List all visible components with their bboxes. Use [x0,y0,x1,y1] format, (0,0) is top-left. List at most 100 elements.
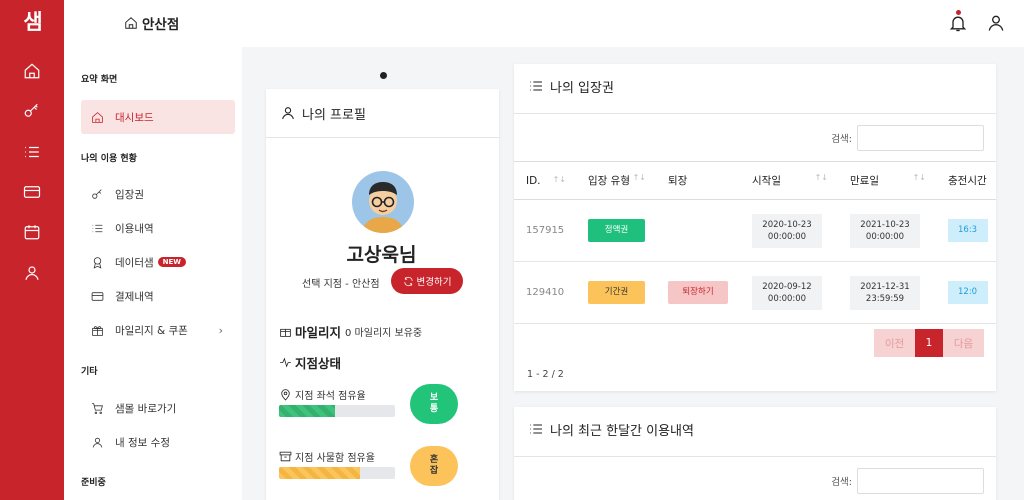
cell-charge: 12:0 [936,261,996,324]
sidebar-item-payment[interactable]: 결제내역 [81,279,235,313]
section-summary: 요약 화면 [81,75,118,85]
selected-branch: 선택 지점 - 안산점 [302,279,380,290]
seat-occupancy-fill [279,405,335,417]
carousel-indicator[interactable] [380,72,387,79]
top-header: 안산점 [125,0,1024,47]
mileage-label: 마일리지 [295,325,342,340]
date-box: 2021-10-23 00:00:00 [850,213,920,248]
exit-button[interactable]: 퇴장하기 [668,281,728,304]
change-branch-button[interactable]: 변경하기 [391,268,463,294]
mileage-row: 마일리지 0 마일리지 보유중 [279,322,422,341]
search-label: 검색: [831,477,852,488]
seat-status-badge: 보 통 [410,384,458,424]
seat-status-line2: 통 [429,404,439,414]
sidebar-item-shop[interactable]: 샘몰 바로가기 [81,391,235,425]
tickets-card-header: 나의 입장권 [514,64,996,108]
seat-occupancy-bar [279,405,395,417]
date: 2021-10-23 [860,219,910,230]
col-charge[interactable]: 충전시간 [936,161,996,200]
list-icon [530,81,542,91]
card-icon[interactable] [22,182,42,202]
sidebar-item-profile-edit[interactable]: 내 정보 수정 [81,425,235,459]
recent-search: 검색: [831,468,984,494]
entries-count: 1 - 2 / 2 [527,369,564,380]
sidebar-item-datasam[interactable]: 데이터샘 NEW [81,245,235,279]
divider [514,456,996,457]
user-icon[interactable] [986,13,1006,33]
key-icon[interactable] [22,101,42,121]
seat-status-line1: 보 [429,393,439,403]
sidebar-item-mileage[interactable]: 마일리지 & 쿠폰 › [81,313,235,347]
cell-id: 157915 [514,199,576,262]
col-type[interactable]: 입장 유형 ↑↓ [576,161,656,200]
cell-start: 2020-09-12 00:00:00 [740,261,838,324]
tickets-card: 나의 입장권 검색: ID. ↑↓ 입장 유형 ↑↓ 퇴장 시작일 ↑↓ 만료일 ↑↓ … [514,64,996,391]
new-badge: NEW [157,257,187,267]
sort-icon: ↑↓ [552,174,566,184]
date-box: 2020-09-12 00:00:00 [752,275,822,310]
col-start[interactable]: 시작일 ↑↓ [740,161,838,200]
app-logo[interactable]: 샘 [0,6,64,36]
bell-icon[interactable] [948,10,968,33]
gift-icon [92,325,103,336]
profile-card: 나의 프로필 고상욱님 선택 지점 - 안산점 변경하기 마일리지 0 마일리지… [266,89,499,500]
user-icon [92,437,103,447]
date-box: 2020-10-23 00:00:00 [752,213,822,248]
col-label: 입장 유형 [588,175,630,187]
cell-exit: 퇴장하기 [656,261,740,324]
user-icon [282,107,294,120]
sidebar-item-ticket[interactable]: 입장권 [81,177,235,211]
tickets-table: ID. ↑↓ 입장 유형 ↑↓ 퇴장 시작일 ↑↓ 만료일 ↑↓ 충전시간 157915… [514,161,996,324]
divider [514,113,996,114]
seat-row: 지점 좌석 점유율 [279,387,366,402]
next-page-button[interactable]: 다음 [943,329,984,357]
sidebar-item-history[interactable]: 이용내역 [81,211,235,245]
home-icon[interactable] [22,61,42,81]
user-icon[interactable] [22,263,42,283]
time: 00:00:00 [767,293,807,304]
locker-occupancy-bar [279,467,395,479]
col-exit[interactable]: 퇴장 [656,161,740,200]
list-icon [92,224,103,232]
recent-card-header: 나의 최근 한달간 이용내역 [514,407,996,451]
col-id[interactable]: ID. ↑↓ [514,161,576,200]
col-label: ID. [526,174,541,187]
date: 2020-10-23 [762,219,812,230]
locker-label: 지점 사물함 점유율 [295,453,375,464]
status-row: 지점상태 [279,353,345,372]
prev-page-button[interactable]: 이전 [874,329,915,357]
col-end[interactable]: 만료일 ↑↓ [838,161,936,200]
card-icon [91,291,104,301]
cell-charge: 16:3 [936,199,996,262]
calendar-icon[interactable] [22,222,42,242]
table-row: 157915 정액권 2020-10-23 00:00:00 2021-10-23… [514,199,996,262]
gift-icon [280,328,291,337]
list-icon[interactable] [22,142,42,162]
avatar [352,171,414,233]
page-title-text: 안산점 [142,17,180,33]
list-icon [530,424,542,434]
recent-usage-card: 나의 최근 한달간 이용내역 검색: [514,407,996,500]
chevron-right-icon: › [218,323,223,337]
time: 00:00:00 [767,231,807,242]
col-label: 시작일 [752,175,781,187]
charge-badge: 16:3 [948,219,988,242]
tickets-search: 검색: [831,125,984,151]
search-input[interactable] [857,125,984,151]
sidebar-item-label: 샘몰 바로가기 [115,402,177,415]
locker-occupancy-fill [279,467,361,479]
sidebar-item-dashboard[interactable]: 대시보드 [81,100,235,134]
mileage-value: 0 마일리지 보유중 [345,328,423,339]
cell-id: 129410 [514,261,576,324]
date: 2021-12-31 [860,281,910,292]
table-row: 129410 기간권 퇴장하기 2020-09-12 00:00:00 2021-… [514,261,996,324]
page-1-button[interactable]: 1 [915,329,943,357]
profile-card-header: 나의 프로필 [266,89,499,138]
section-etc: 기타 [81,367,98,377]
col-label: 충전시간 [948,175,987,187]
sort-icon: ↑↓ [632,173,646,182]
activity-icon [280,357,291,368]
cell-exit [656,199,740,262]
change-branch-label: 변경하기 [416,277,452,288]
search-input[interactable] [857,468,984,494]
